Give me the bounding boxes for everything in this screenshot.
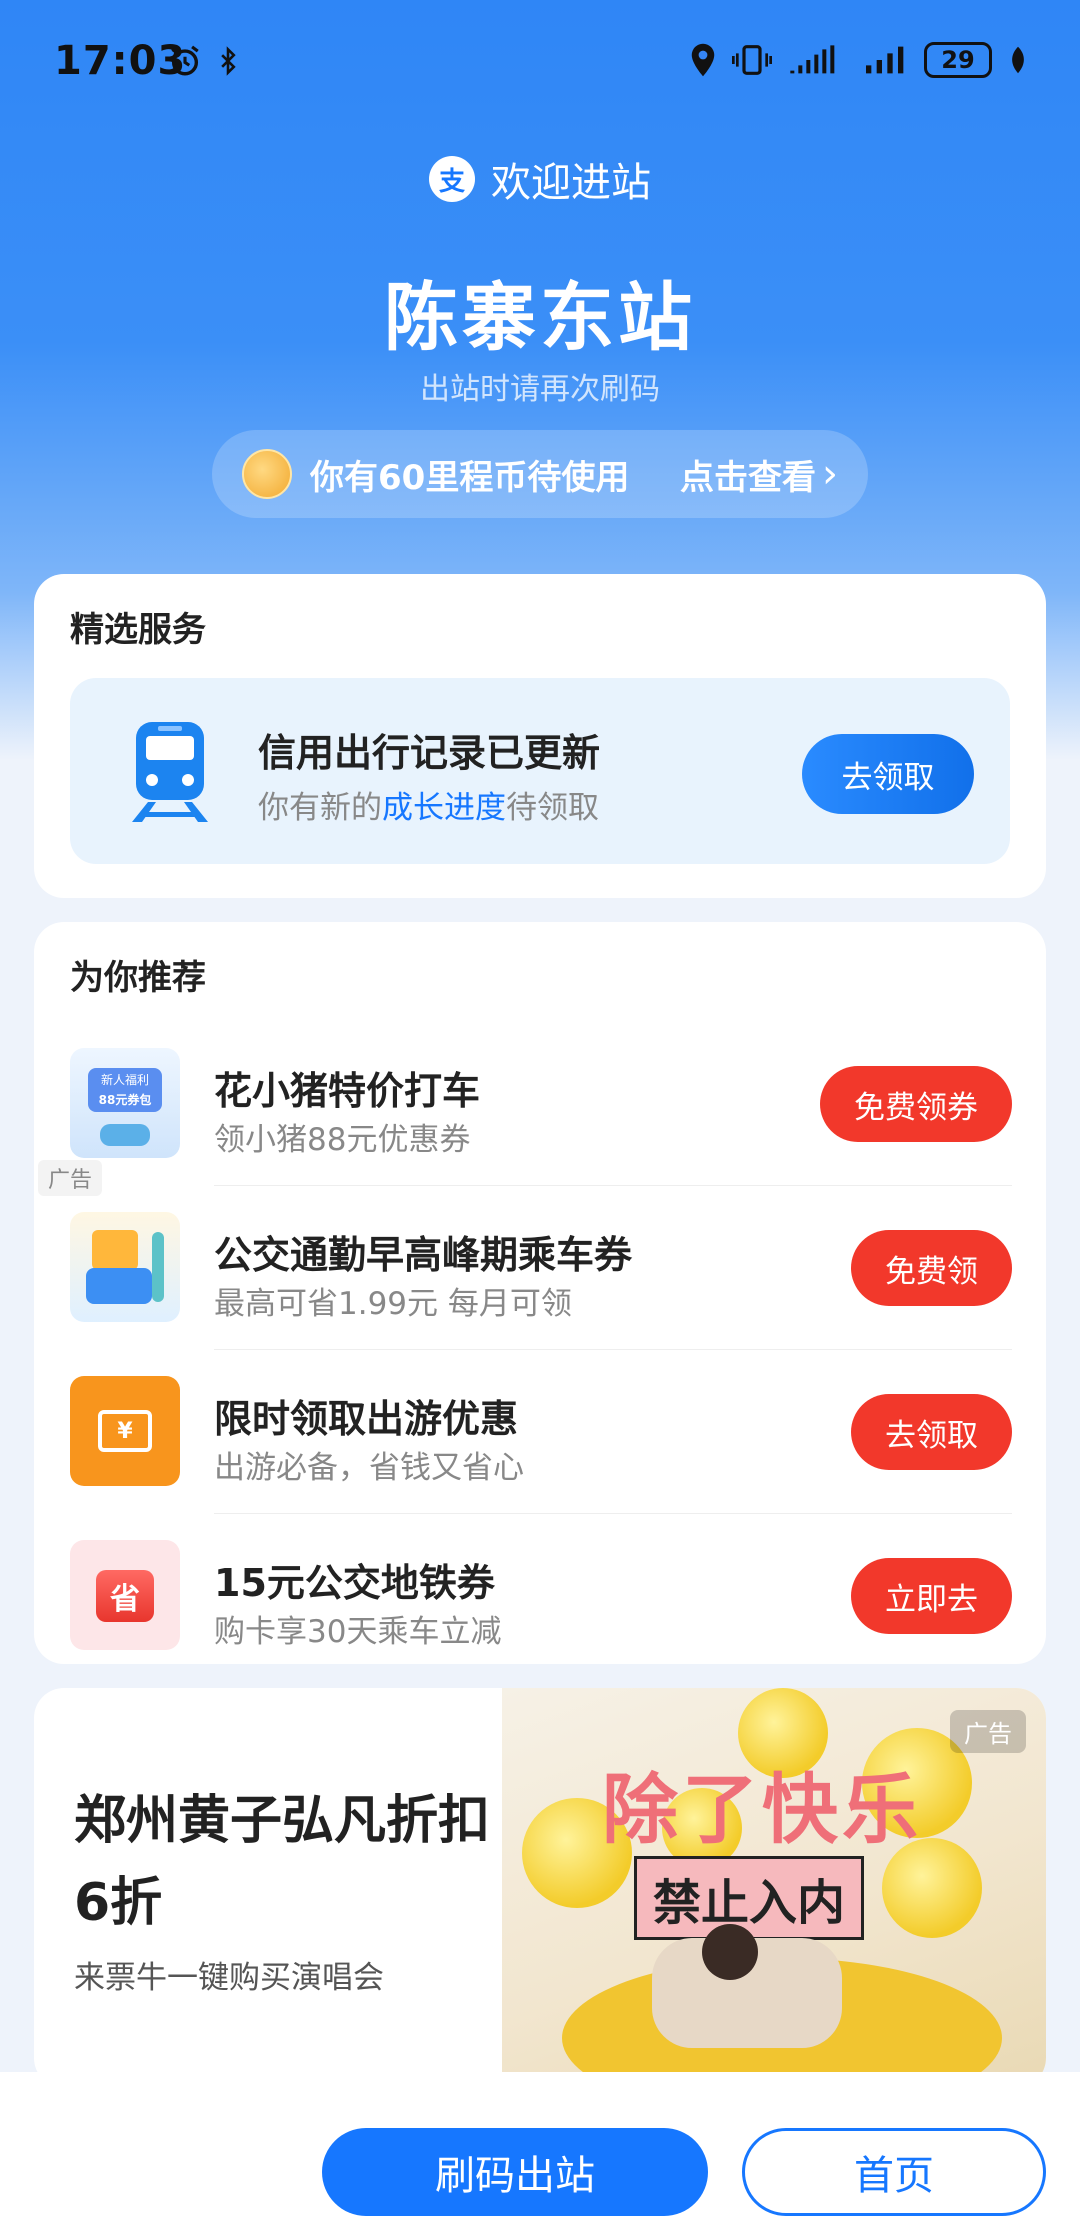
poster-subline: 禁止入内 xyxy=(634,1856,865,1940)
train-icon xyxy=(132,722,208,822)
list-item[interactable]: 公交通勤早高峰期乘车券 最高可省1.99元 每月可领 免费领 xyxy=(34,1186,1046,1350)
exit-hint: 出站时请再次刷码 xyxy=(420,372,660,407)
item-name: 限时领取出游优惠 xyxy=(214,1397,519,1441)
bluetooth-icon xyxy=(221,46,236,76)
signal-icon-2 xyxy=(866,46,904,74)
item-desc: 购卡享30天乘车立减 xyxy=(214,1614,502,1650)
recommend-card: 为你推荐 新人福利 88元券包 广告 花小猪特价打车 领小猪88元优惠券 免费领… xyxy=(34,922,1046,1664)
chevron-right-icon: › xyxy=(822,451,838,497)
free-coupon-button[interactable]: 免费领券 xyxy=(820,1066,1012,1142)
item-name: 15元公交地铁券 xyxy=(214,1561,495,1605)
free-claim-button[interactable]: 免费领 xyxy=(851,1230,1012,1306)
home-button[interactable]: 首页 xyxy=(742,2128,1046,2216)
station-name: 陈寨东站 xyxy=(384,275,696,361)
location-icon xyxy=(691,43,715,77)
status-bar: 17:03 29 xyxy=(0,0,1080,120)
item-desc: 领小猪88元优惠券 xyxy=(214,1122,471,1158)
alipay-logo-icon: 支 xyxy=(429,156,475,202)
item-name: 花小猪特价打车 xyxy=(214,1069,481,1113)
coin-icon xyxy=(242,449,292,499)
battery-icon: 29 xyxy=(924,42,992,78)
credit-record-title: 信用出行记录已更新 xyxy=(258,731,601,775)
item-desc: 最高可省1.99元 每月可领 xyxy=(214,1286,572,1322)
claim-trip-button[interactable]: 去领取 xyxy=(851,1394,1012,1470)
ad-label[interactable]: 广告 xyxy=(950,1710,1026,1753)
alarm-icon xyxy=(171,45,199,76)
concert-poster-image: 除了快乐 禁止入内 广告 xyxy=(502,1688,1046,2088)
welcome-row: 支 欢迎进站 xyxy=(0,150,1080,208)
mileage-text: 你有60里程币待使用 xyxy=(310,457,630,498)
list-item[interactable]: 省 15元公交地铁券 购卡享30天乘车立减 立即去 xyxy=(34,1514,1046,1678)
scan-exit-button[interactable]: 刷码出站 xyxy=(322,2128,708,2216)
list-item[interactable]: ¥ 限时领取出游优惠 出游必备，省钱又省心 去领取 xyxy=(34,1350,1046,1514)
ticket-icon: ¥ xyxy=(70,1376,180,1486)
xiaozhu-ad-thumb: 新人福利 88元券包 xyxy=(70,1048,180,1158)
welcome-text: 欢迎进站 xyxy=(491,160,651,206)
banner-title: 郑州黄子弘凡折扣6折 xyxy=(74,1791,491,1933)
banner-subtitle: 来票牛一键购买演唱会 xyxy=(74,1960,384,1996)
concert-ad-banner[interactable]: 郑州黄子弘凡折扣6折 来票牛一键购买演唱会 除了快乐 禁止入内 广告 xyxy=(34,1688,1046,2088)
mileage-banner[interactable]: 你有60里程币待使用 点击查看 › xyxy=(212,430,868,518)
leaf-icon xyxy=(1012,46,1024,74)
services-title: 精选服务 xyxy=(70,610,206,650)
services-card: 精选服务 信用出行记录已更新 你有新的成长进度待领取 去领取 xyxy=(34,574,1046,898)
credit-record-sub: 你有新的成长进度待领取 xyxy=(258,790,599,826)
status-time: 17:03 xyxy=(54,38,187,84)
go-now-button[interactable]: 立即去 xyxy=(851,1558,1012,1634)
bottom-action-bar: 刷码出站 首页 xyxy=(0,2072,1080,2216)
item-desc: 出游必备，省钱又省心 xyxy=(214,1450,524,1486)
save-icon: 省 xyxy=(70,1540,180,1650)
poster-headline: 除了快乐 xyxy=(602,1765,922,1854)
vibrate-icon xyxy=(732,45,772,75)
signal-icon xyxy=(790,45,835,74)
claim-button[interactable]: 去领取 xyxy=(802,734,974,814)
recommend-title: 为你推荐 xyxy=(70,958,206,998)
list-item[interactable]: 新人福利 88元券包 广告 花小猪特价打车 领小猪88元优惠券 免费领券 xyxy=(34,1022,1046,1196)
bus-ticket-thumb xyxy=(70,1212,180,1322)
item-name: 公交通勤早高峰期乘车券 xyxy=(214,1233,633,1277)
credit-record-item[interactable]: 信用出行记录已更新 你有新的成长进度待领取 去领取 xyxy=(70,678,1010,864)
mileage-view-link[interactable]: 点击查看 › xyxy=(680,450,838,499)
